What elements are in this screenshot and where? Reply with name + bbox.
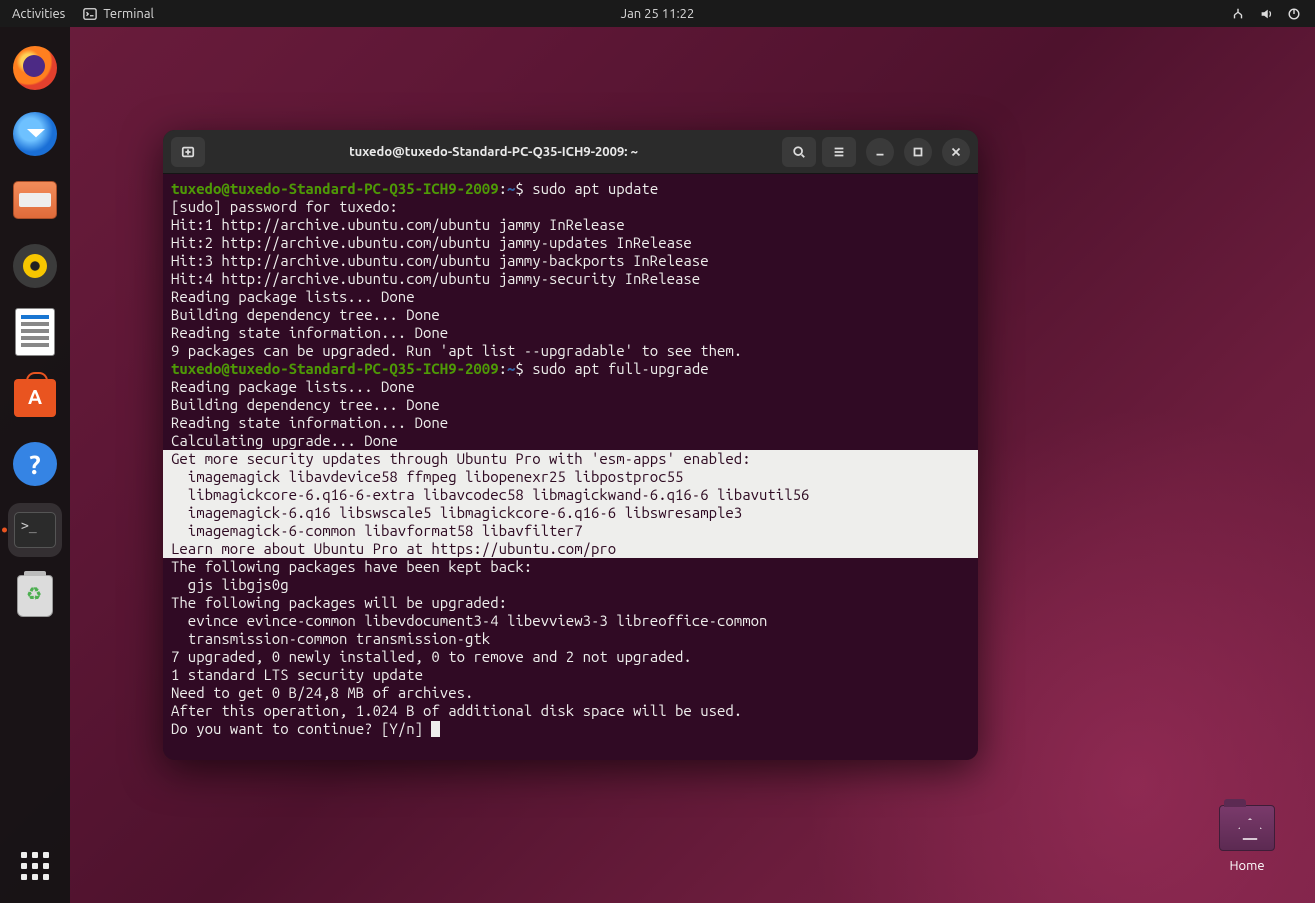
- window-close-button[interactable]: [942, 138, 970, 166]
- dock-app-libreoffice-writer[interactable]: [8, 305, 62, 359]
- window-titlebar[interactable]: tuxedo@tuxedo-Standard-PC-Q35-ICH9-2009:…: [163, 130, 978, 174]
- hamburger-icon: [832, 145, 846, 159]
- activities-button[interactable]: Activities: [12, 7, 65, 21]
- trash-icon: [17, 575, 53, 617]
- app-menu[interactable]: Terminal: [83, 7, 154, 21]
- apps-grid-icon: [21, 852, 49, 880]
- dock: ?: [0, 27, 70, 903]
- new-tab-icon: [181, 145, 195, 159]
- dock-app-rhythmbox[interactable]: [8, 239, 62, 293]
- terminal-window: tuxedo@tuxedo-Standard-PC-Q35-ICH9-2009:…: [163, 130, 978, 760]
- dock-app-ubuntu-software[interactable]: [8, 371, 62, 425]
- top-bar: Activities Terminal Jan 25 11:22: [0, 0, 1315, 27]
- terminal-icon: [14, 512, 56, 548]
- volume-status-icon[interactable]: [1259, 7, 1273, 21]
- dock-app-trash[interactable]: [8, 569, 62, 623]
- minimize-icon: [873, 145, 887, 159]
- running-indicator-dot: [2, 528, 7, 533]
- dock-app-help[interactable]: ?: [8, 437, 62, 491]
- help-icon: ?: [13, 442, 57, 486]
- ubuntu-software-icon: [14, 379, 56, 417]
- desktop-icon-home[interactable]: Home: [1219, 805, 1275, 873]
- firefox-icon: [13, 46, 57, 90]
- libreoffice-writer-icon: [15, 308, 55, 356]
- window-minimize-button[interactable]: [866, 138, 894, 166]
- power-status-icon[interactable]: [1287, 7, 1301, 21]
- dock-app-firefox[interactable]: [8, 41, 62, 95]
- rhythmbox-icon: [13, 244, 57, 288]
- window-maximize-button[interactable]: [904, 138, 932, 166]
- desktop-icon-home-label: Home: [1219, 859, 1275, 873]
- show-applications-button[interactable]: [8, 839, 62, 893]
- window-title: tuxedo@tuxedo-Standard-PC-Q35-ICH9-2009:…: [211, 145, 776, 159]
- search-button[interactable]: [782, 137, 816, 167]
- clock[interactable]: Jan 25 11:22: [621, 7, 695, 21]
- app-menu-label: Terminal: [103, 7, 154, 21]
- terminal-indicator-icon: [83, 7, 97, 21]
- terminal-cursor: [431, 721, 440, 737]
- search-icon: [792, 145, 806, 159]
- files-icon: [13, 181, 57, 219]
- dock-app-terminal[interactable]: [8, 503, 62, 557]
- new-tab-button[interactable]: [171, 137, 205, 167]
- terminal-content[interactable]: tuxedo@tuxedo-Standard-PC-Q35-ICH9-2009:…: [163, 174, 978, 760]
- network-status-icon[interactable]: [1231, 7, 1245, 21]
- close-icon: [949, 145, 963, 159]
- dock-app-files[interactable]: [8, 173, 62, 227]
- home-folder-icon: [1219, 805, 1275, 851]
- dock-app-thunderbird[interactable]: [8, 107, 62, 161]
- thunderbird-icon: [13, 112, 57, 156]
- hamburger-menu-button[interactable]: [822, 137, 856, 167]
- maximize-icon: [911, 145, 925, 159]
